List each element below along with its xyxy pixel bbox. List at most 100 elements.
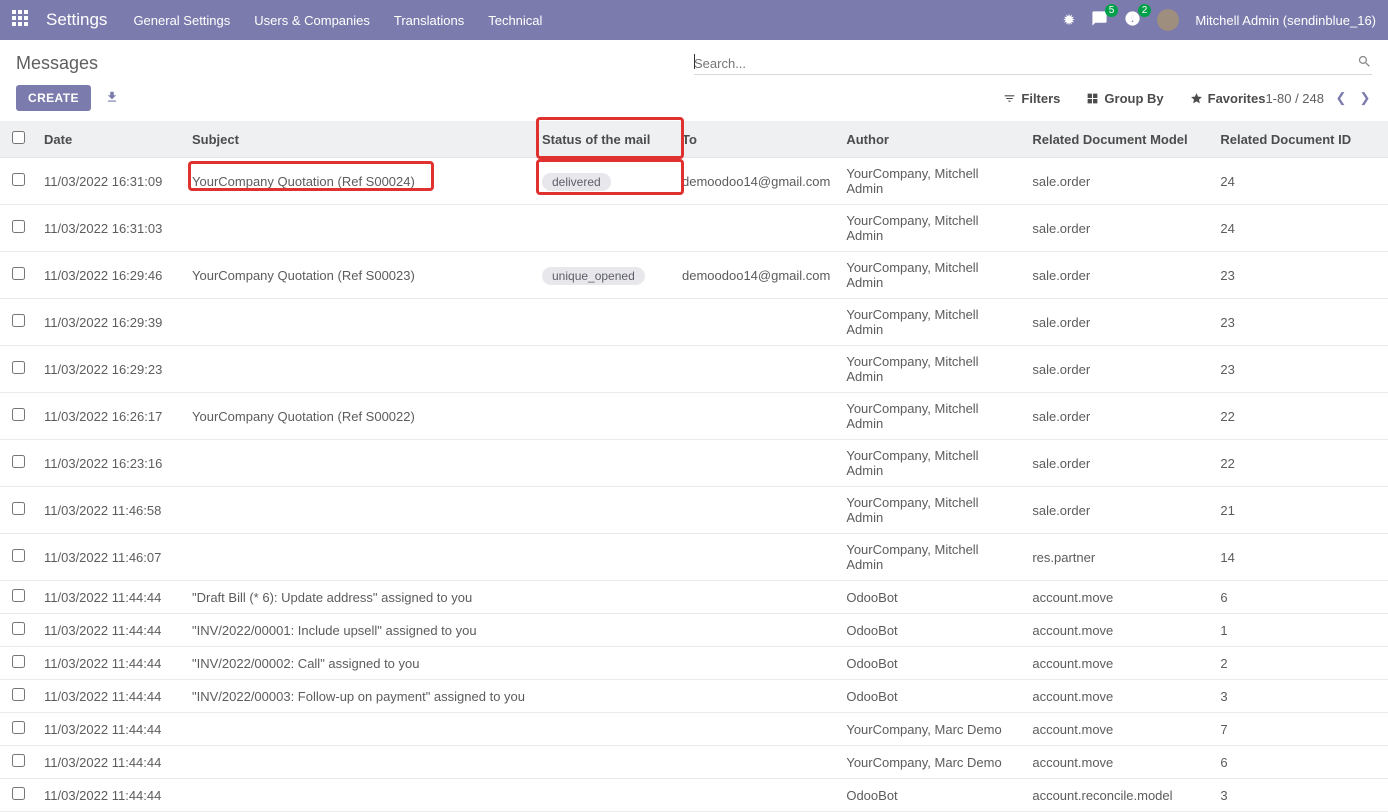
table-row[interactable]: 11/03/2022 11:44:44 "INV/2022/00002: Cal…	[0, 647, 1388, 680]
table-row[interactable]: 11/03/2022 16:29:39 YourCompany, Mitchel…	[0, 299, 1388, 346]
table-row[interactable]: 11/03/2022 11:44:44 "Draft Bill (* 6): U…	[0, 581, 1388, 614]
cell-author: OdooBot	[838, 614, 1024, 647]
cell-author: YourCompany, Mitchell Admin	[838, 487, 1024, 534]
cell-date: 11/03/2022 11:46:58	[36, 487, 184, 534]
cell-author: OdooBot	[838, 779, 1024, 812]
nav-users-companies[interactable]: Users & Companies	[254, 13, 370, 28]
create-button[interactable]: CREATE	[16, 85, 91, 111]
user-name[interactable]: Mitchell Admin (sendinblue_16)	[1195, 13, 1376, 28]
cell-subject	[184, 346, 534, 393]
cell-doc-id: 24	[1212, 205, 1388, 252]
cell-status	[534, 746, 674, 779]
col-model[interactable]: Related Document Model	[1024, 121, 1212, 158]
row-checkbox[interactable]	[12, 589, 25, 602]
row-checkbox[interactable]	[12, 361, 25, 374]
search-icon[interactable]	[1357, 54, 1372, 72]
filters-button[interactable]: Filters	[1003, 91, 1060, 106]
cell-date: 11/03/2022 16:23:16	[36, 440, 184, 487]
bug-icon[interactable]: ✹	[1063, 11, 1076, 29]
col-to[interactable]: To	[674, 121, 838, 158]
pager-prev-icon[interactable]: ❮	[1334, 90, 1348, 106]
cell-author: YourCompany, Mitchell Admin	[838, 158, 1024, 205]
cell-author: YourCompany, Mitchell Admin	[838, 393, 1024, 440]
cell-to	[674, 680, 838, 713]
pager-next-icon[interactable]: ❯	[1358, 90, 1372, 106]
import-button[interactable]	[105, 90, 119, 107]
col-doc-id[interactable]: Related Document ID	[1212, 121, 1388, 158]
cell-model: sale.order	[1024, 487, 1212, 534]
table-row[interactable]: 11/03/2022 11:44:44 YourCompany, Marc De…	[0, 746, 1388, 779]
cell-to	[674, 346, 838, 393]
app-brand[interactable]: Settings	[46, 10, 107, 30]
status-badge: delivered	[542, 173, 611, 191]
cell-author: YourCompany, Mitchell Admin	[838, 205, 1024, 252]
cell-date: 11/03/2022 16:29:39	[36, 299, 184, 346]
col-status[interactable]: Status of the mail	[534, 121, 674, 158]
table-row[interactable]: 11/03/2022 11:46:58 YourCompany, Mitchel…	[0, 487, 1388, 534]
row-checkbox[interactable]	[12, 787, 25, 800]
row-checkbox[interactable]	[12, 754, 25, 767]
cell-status: delivered	[534, 158, 674, 205]
activity-icon[interactable]: 2	[1124, 10, 1141, 31]
cell-doc-id: 14	[1212, 534, 1388, 581]
table-row[interactable]: 11/03/2022 16:31:09 YourCompany Quotatio…	[0, 158, 1388, 205]
select-all-checkbox[interactable]	[12, 131, 25, 144]
row-checkbox[interactable]	[12, 173, 25, 186]
discuss-icon[interactable]: 5	[1091, 10, 1108, 31]
row-checkbox[interactable]	[12, 502, 25, 515]
cell-status	[534, 299, 674, 346]
nav-general-settings[interactable]: General Settings	[133, 13, 230, 28]
cell-doc-id: 2	[1212, 647, 1388, 680]
table-row[interactable]: 11/03/2022 11:46:07 YourCompany, Mitchel…	[0, 534, 1388, 581]
row-checkbox[interactable]	[12, 267, 25, 280]
cell-status	[534, 713, 674, 746]
cell-to	[674, 487, 838, 534]
table-row[interactable]: 11/03/2022 11:44:44 OdooBot account.reco…	[0, 779, 1388, 812]
favorites-button[interactable]: Favorites	[1190, 91, 1266, 106]
cell-author: YourCompany, Mitchell Admin	[838, 534, 1024, 581]
cell-author: YourCompany, Marc Demo	[838, 713, 1024, 746]
col-author[interactable]: Author	[838, 121, 1024, 158]
col-date[interactable]: Date	[36, 121, 184, 158]
table-row[interactable]: 11/03/2022 16:29:46 YourCompany Quotatio…	[0, 252, 1388, 299]
table-row[interactable]: 11/03/2022 16:23:16 YourCompany, Mitchel…	[0, 440, 1388, 487]
cell-subject	[184, 713, 534, 746]
nav-translations[interactable]: Translations	[394, 13, 464, 28]
table-row[interactable]: 11/03/2022 16:29:23 YourCompany, Mitchel…	[0, 346, 1388, 393]
row-checkbox[interactable]	[12, 408, 25, 421]
row-checkbox[interactable]	[12, 622, 25, 635]
cell-status	[534, 346, 674, 393]
search-input[interactable]	[694, 56, 1357, 71]
row-checkbox[interactable]	[12, 688, 25, 701]
row-checkbox[interactable]	[12, 455, 25, 468]
row-checkbox[interactable]	[12, 655, 25, 668]
cell-date: 11/03/2022 16:29:46	[36, 252, 184, 299]
table-row[interactable]: 11/03/2022 16:26:17 YourCompany Quotatio…	[0, 393, 1388, 440]
cell-subject: "INV/2022/00003: Follow-up on payment" a…	[184, 680, 534, 713]
cell-status	[534, 614, 674, 647]
groupby-button[interactable]: Group By	[1086, 91, 1163, 106]
table-row[interactable]: 11/03/2022 16:31:03 YourCompany, Mitchel…	[0, 205, 1388, 252]
cell-to	[674, 205, 838, 252]
cell-doc-id: 21	[1212, 487, 1388, 534]
row-checkbox[interactable]	[12, 220, 25, 233]
table-row[interactable]: 11/03/2022 11:44:44 YourCompany, Marc De…	[0, 713, 1388, 746]
row-checkbox[interactable]	[12, 314, 25, 327]
avatar[interactable]	[1157, 9, 1179, 31]
cell-model: sale.order	[1024, 158, 1212, 205]
table-row[interactable]: 11/03/2022 11:44:44 "INV/2022/00001: Inc…	[0, 614, 1388, 647]
row-checkbox[interactable]	[12, 721, 25, 734]
col-subject[interactable]: Subject	[184, 121, 534, 158]
cell-model: sale.order	[1024, 252, 1212, 299]
cell-date: 11/03/2022 16:26:17	[36, 393, 184, 440]
cell-model: account.move	[1024, 614, 1212, 647]
top-nav: General Settings Users & Companies Trans…	[133, 13, 1062, 28]
cell-date: 11/03/2022 11:44:44	[36, 581, 184, 614]
apps-icon[interactable]	[12, 10, 32, 30]
cell-subject: YourCompany Quotation (Ref S00023)	[184, 252, 534, 299]
cell-subject: "Draft Bill (* 6): Update address" assig…	[184, 581, 534, 614]
row-checkbox[interactable]	[12, 549, 25, 562]
nav-technical[interactable]: Technical	[488, 13, 542, 28]
pager-text[interactable]: 1-80 / 248	[1265, 91, 1324, 106]
table-row[interactable]: 11/03/2022 11:44:44 "INV/2022/00003: Fol…	[0, 680, 1388, 713]
